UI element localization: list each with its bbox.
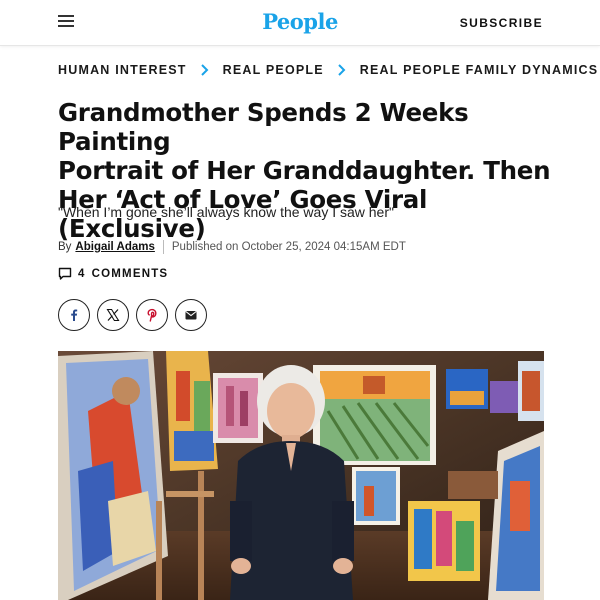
- logo-link[interactable]: People: [262, 9, 338, 34]
- article-headline: Grandmother Spends 2 Weeks Painting Port…: [58, 98, 558, 243]
- byline-divider: [162, 240, 164, 254]
- author-link[interactable]: Abigail Adams: [75, 241, 154, 253]
- breadcrumb-real-people[interactable]: REAL PEOPLE: [223, 63, 324, 77]
- article-hero-image: [58, 351, 544, 600]
- x-icon: [106, 308, 120, 322]
- breadcrumb-family-dynamics[interactable]: REAL PEOPLE FAMILY DYNAMICS: [360, 63, 598, 77]
- comments-link[interactable]: 4 COMMENTS: [58, 267, 168, 281]
- share-pinterest-button[interactable]: [136, 299, 168, 331]
- hero-photo-illustration: [58, 351, 544, 600]
- chevron-right-icon: [200, 64, 209, 76]
- article-subheadline: "When I’m gone she’ll always know the wa…: [58, 204, 394, 220]
- breadcrumb: HUMAN INTEREST REAL PEOPLE REAL PEOPLE F…: [58, 63, 598, 77]
- headline-line: Grandmother Spends 2 Weeks Painting: [58, 98, 469, 156]
- facebook-icon: [71, 309, 78, 321]
- headline-line: Portrait of Her Granddaughter. Then: [58, 156, 551, 185]
- pinterest-icon: [147, 308, 157, 322]
- share-bar: [58, 299, 214, 331]
- site-header: People SUBSCRIBE: [0, 0, 600, 46]
- byline: By Abigail Adams Published on October 25…: [58, 240, 406, 254]
- chevron-right-icon: [338, 64, 346, 76]
- comments-label: COMMENTS: [91, 268, 169, 280]
- comments-count: 4: [78, 268, 86, 280]
- share-facebook-button[interactable]: [58, 299, 90, 331]
- breadcrumb-human-interest[interactable]: HUMAN INTEREST: [58, 63, 187, 77]
- byline-prefix: By: [58, 241, 72, 253]
- subscribe-button[interactable]: SUBSCRIBE: [460, 16, 543, 30]
- email-icon: [185, 311, 197, 320]
- publish-date: Published on October 25, 2024 04:15AM ED…: [171, 241, 406, 253]
- share-email-button[interactable]: [175, 299, 207, 331]
- comment-icon: [58, 267, 72, 280]
- share-x-button[interactable]: [97, 299, 129, 331]
